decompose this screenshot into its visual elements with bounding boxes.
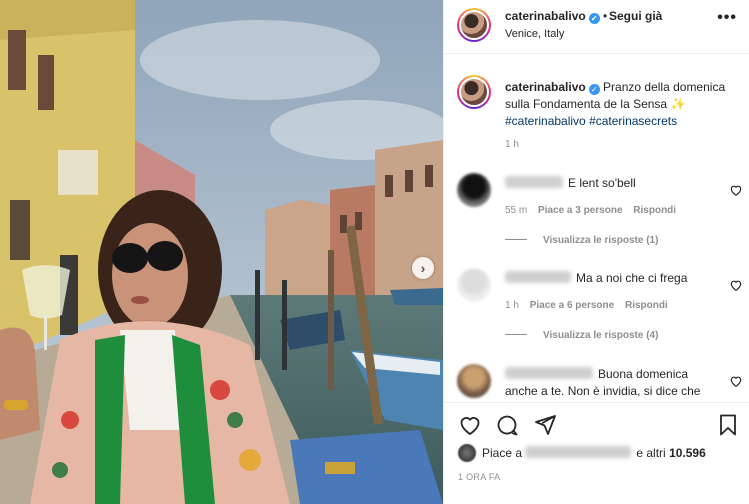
following-button[interactable]: Segui già (609, 9, 662, 23)
bookmark-icon[interactable] (716, 413, 740, 437)
author-avatar[interactable] (457, 8, 491, 42)
comment-item: E lent so'bell 55 m Piace a 3 persone Ri… (444, 171, 749, 261)
caption-username[interactable]: caterinabalivo (505, 80, 586, 94)
post-panel: caterinabalivo ✓ • Segui già Venice, Ital… (443, 0, 749, 504)
verified-icon: ✓ (588, 84, 600, 95)
more-icon[interactable]: ••• (717, 9, 737, 27)
author-username[interactable]: caterinabalivo ✓ • (505, 9, 607, 24)
post-location[interactable]: Venice, Italy (505, 28, 564, 40)
comment-time: 55 m (505, 205, 528, 216)
post-photo[interactable]: › (0, 0, 443, 504)
hashtag-link[interactable]: #caterinasecrets (589, 114, 677, 128)
likes-summary[interactable]: Piace a e altri 10.596 (458, 444, 739, 462)
share-icon[interactable] (533, 413, 557, 437)
liker-username[interactable] (525, 446, 632, 458)
post-timestamp: 1 ORA FA (458, 472, 501, 482)
comment-time: 1 h (505, 300, 519, 311)
reply-button[interactable]: Rispondi (625, 300, 668, 311)
liker-avatar[interactable] (458, 444, 476, 462)
divider (505, 334, 527, 335)
comment-item: Buona domenica anche a te. Non è invidia… (444, 362, 749, 400)
comment-text: Ma a noi che ci frega (576, 271, 688, 285)
caption-time: 1 h (505, 139, 519, 150)
verified-icon: ✓ (588, 13, 600, 24)
view-replies-button[interactable]: Visualizza le risposte (1) (505, 235, 658, 246)
reply-button[interactable]: Rispondi (633, 205, 676, 216)
comments-section[interactable]: caterinabalivo ✓ Pranzo della domenica su… (444, 70, 749, 400)
commenter-avatar[interactable] (457, 268, 491, 302)
comment-likes[interactable]: Piace a 6 persone (530, 300, 615, 311)
view-replies-button[interactable]: Visualizza le risposte (4) (505, 330, 658, 341)
heart-icon[interactable] (458, 413, 482, 437)
divider (505, 239, 527, 240)
commenter-avatar[interactable] (457, 173, 491, 207)
commenter-avatar[interactable] (457, 364, 491, 398)
chevron-right-icon: › (420, 260, 426, 276)
comment-text: E lent so'bell (568, 176, 636, 190)
commenter-username[interactable] (505, 367, 593, 379)
heart-icon[interactable] (729, 374, 743, 388)
carousel-next-button[interactable]: › (412, 257, 434, 279)
comment-icon[interactable] (495, 413, 519, 437)
post-header: caterinabalivo ✓ • Segui già Venice, Ital… (444, 0, 749, 54)
commenter-username[interactable] (505, 271, 571, 283)
comment-item: Ma a noi che ci frega 1 h Piace a 6 pers… (444, 266, 749, 356)
venice-photo (0, 0, 443, 504)
heart-icon[interactable] (729, 278, 743, 292)
caption-avatar[interactable] (457, 75, 491, 109)
post-caption: caterinabalivo ✓ Pranzo della domenica su… (444, 70, 749, 150)
heart-icon[interactable] (729, 183, 743, 197)
action-bar (444, 402, 749, 442)
commenter-username[interactable] (505, 176, 563, 188)
comment-likes[interactable]: Piace a 3 persone (538, 205, 623, 216)
likes-count[interactable]: 10.596 (669, 446, 706, 460)
hashtag-link[interactable]: #caterinabalivo (505, 114, 586, 128)
